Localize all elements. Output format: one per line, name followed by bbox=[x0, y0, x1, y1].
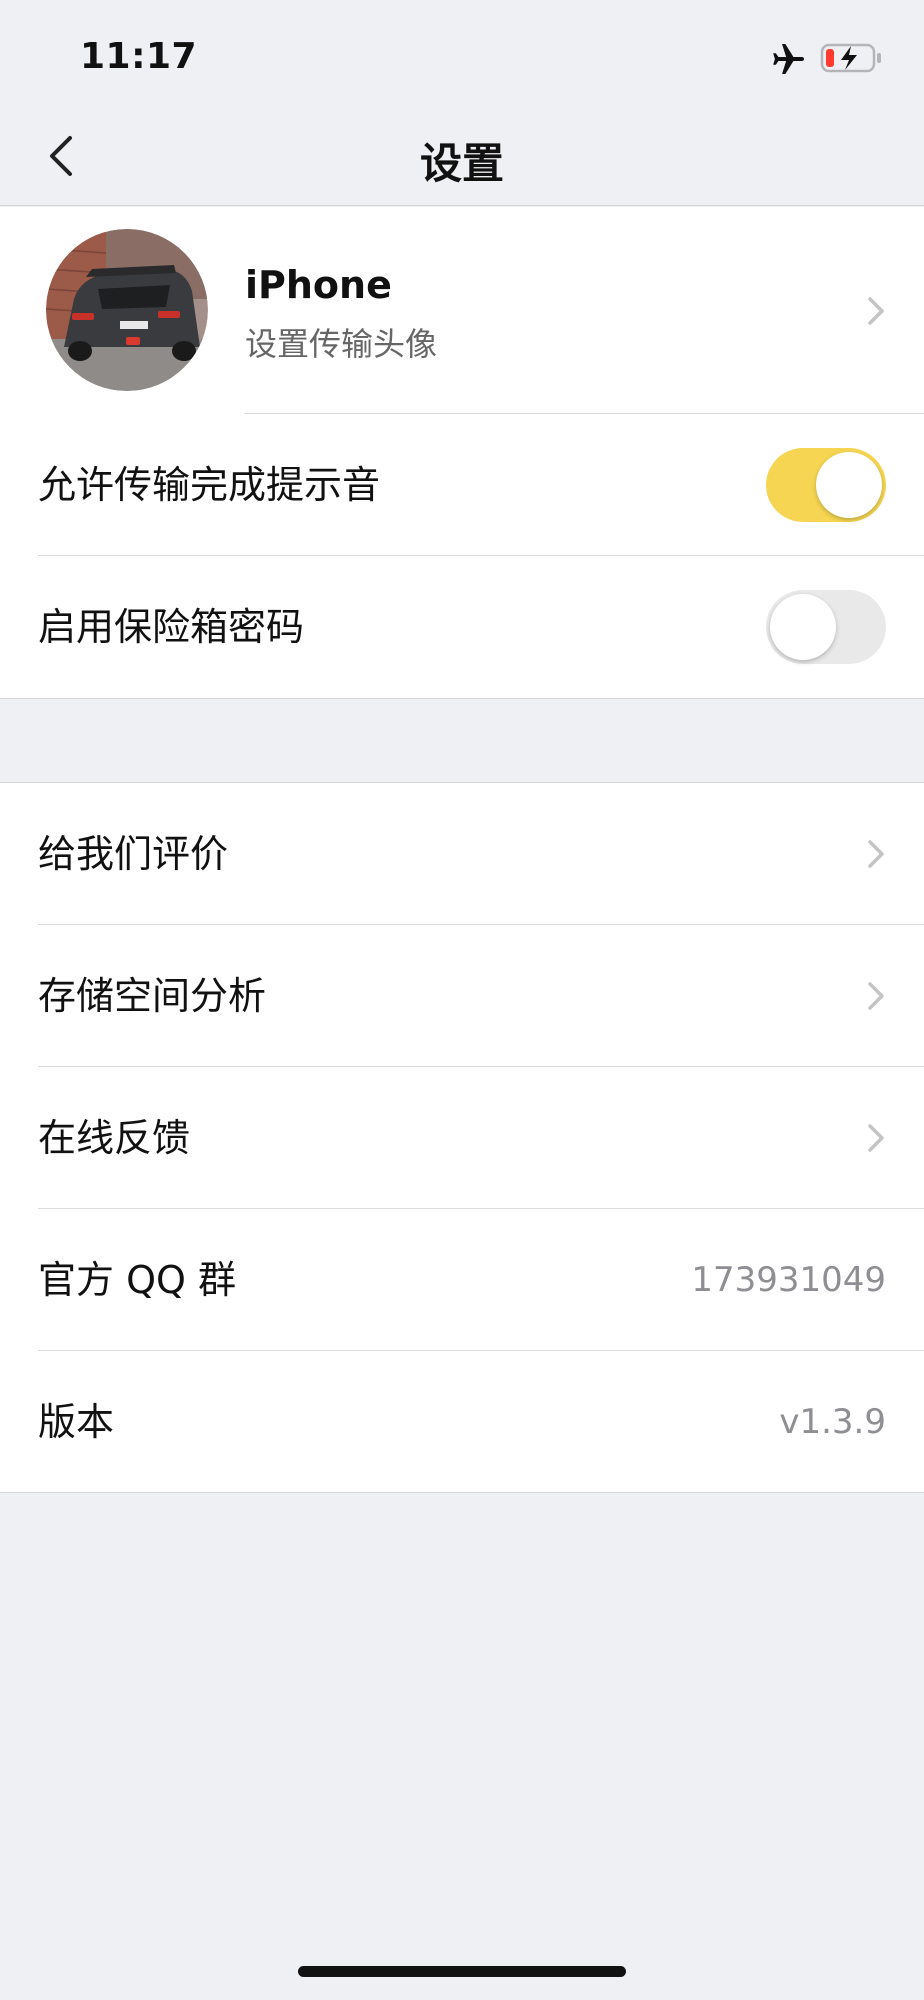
row-feedback[interactable]: 在线反馈 bbox=[0, 1067, 924, 1209]
vault-password-label: 启用保险箱密码 bbox=[38, 605, 305, 649]
row-transfer-sound: 允许传输完成提示音 bbox=[0, 414, 924, 556]
row-version: 版本 v1.3.9 bbox=[0, 1351, 924, 1493]
home-indicator[interactable] bbox=[298, 1966, 626, 1977]
transfer-sound-label: 允许传输完成提示音 bbox=[38, 463, 381, 507]
chevron-right-icon bbox=[868, 1124, 884, 1152]
vault-password-toggle[interactable] bbox=[766, 590, 886, 664]
settings-screen: 11:17 设置 iPhone 设置传输头像 允许传输完成提示音 启用保险箱密码… bbox=[0, 0, 924, 2000]
toggle-knob bbox=[770, 594, 836, 660]
qq-group-label: 官方 QQ 群 bbox=[38, 1258, 236, 1302]
airplane-mode-icon bbox=[773, 43, 805, 75]
settings-group-about: 给我们评价 存储空间分析 在线反馈 官方 QQ 群 173931049 版本 v… bbox=[0, 782, 924, 1493]
profile-name: iPhone bbox=[245, 263, 392, 307]
profile-subtitle: 设置传输头像 bbox=[245, 325, 438, 363]
chevron-right-icon bbox=[868, 297, 884, 325]
feedback-label: 在线反馈 bbox=[38, 1116, 191, 1160]
chevron-right-icon bbox=[868, 982, 884, 1010]
version-label: 版本 bbox=[38, 1400, 115, 1444]
status-time: 11:17 bbox=[80, 36, 198, 77]
chevron-right-icon bbox=[868, 840, 884, 868]
row-rate-us[interactable]: 给我们评价 bbox=[0, 783, 924, 925]
settings-group-general: iPhone 设置传输头像 允许传输完成提示音 启用保险箱密码 bbox=[0, 207, 924, 699]
toggle-knob bbox=[816, 452, 882, 518]
profile-row[interactable]: iPhone 设置传输头像 bbox=[0, 207, 924, 414]
qq-group-number: 173931049 bbox=[691, 1260, 886, 1300]
storage-analysis-label: 存储空间分析 bbox=[38, 974, 267, 1018]
battery-charging-icon bbox=[820, 43, 881, 73]
page-title: 设置 bbox=[419, 139, 504, 188]
status-bar: 11:17 bbox=[0, 0, 924, 100]
navigation-bar: 设置 bbox=[0, 100, 924, 206]
version-value: v1.3.9 bbox=[779, 1402, 886, 1442]
avatar[interactable] bbox=[46, 229, 208, 391]
row-storage-analysis[interactable]: 存储空间分析 bbox=[0, 925, 924, 1067]
rate-us-label: 给我们评价 bbox=[38, 832, 229, 876]
transfer-sound-toggle[interactable] bbox=[766, 448, 886, 522]
row-vault-password: 启用保险箱密码 bbox=[0, 556, 924, 698]
row-qq-group[interactable]: 官方 QQ 群 173931049 bbox=[0, 1209, 924, 1351]
